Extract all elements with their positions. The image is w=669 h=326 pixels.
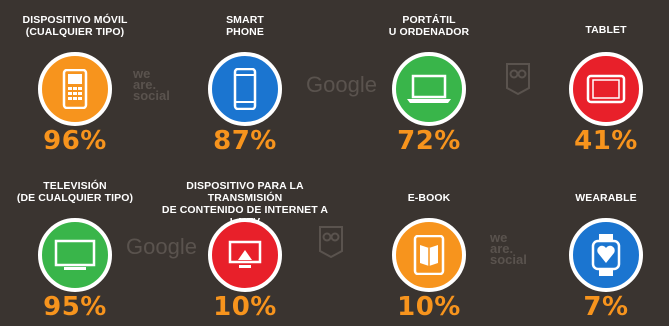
- device-card-tablet: TABLET 41%: [531, 14, 669, 164]
- laptop-icon: [407, 74, 451, 103]
- device-label: WEARABLE: [575, 192, 637, 204]
- device-icon-circle: [569, 52, 643, 126]
- device-icon-circle: [569, 218, 643, 292]
- device-percent: 96%: [43, 126, 107, 156]
- device-card-streaming: DISPOSITIVO PARA LA TRANSMISIÓN DE CONTE…: [155, 180, 335, 326]
- device-card-television: TELEVISIÓN (DE CUALQUIER TIPO) 95%: [0, 180, 150, 326]
- television-icon: [54, 239, 96, 270]
- device-percent: 87%: [213, 126, 277, 156]
- device-label: DISPOSITIVO MÓVIL (CUALQUIER TIPO): [22, 14, 128, 38]
- tablet-icon: [586, 74, 626, 104]
- device-icon-circle: [208, 218, 282, 292]
- device-percent: 95%: [43, 292, 107, 322]
- device-label: SMART PHONE: [226, 14, 264, 38]
- streaming-device-icon: [228, 240, 262, 268]
- device-label: TELEVISIÓN (DE CUALQUIER TIPO): [16, 180, 134, 204]
- device-card-ebook: E-BOOK 10%: [354, 180, 504, 326]
- device-percent: 10%: [213, 292, 277, 322]
- device-percent: 72%: [397, 126, 461, 156]
- device-icon-circle: [38, 52, 112, 126]
- hootsuite-owl-watermark: [505, 62, 531, 101]
- device-card-laptop: PORTÁTIL U ORDENADOR 72%: [354, 14, 504, 164]
- device-icon-circle: [392, 52, 466, 126]
- device-label: TABLET: [585, 24, 627, 36]
- device-percent: 10%: [397, 292, 461, 322]
- ebook-icon: [413, 235, 445, 275]
- device-percent: 41%: [574, 126, 638, 156]
- device-icon-circle: [38, 218, 112, 292]
- device-percent: 7%: [583, 292, 629, 322]
- device-label: PORTÁTIL U ORDENADOR: [388, 14, 470, 38]
- smartphone-icon: [233, 68, 257, 110]
- smartwatch-icon: [591, 234, 621, 276]
- device-card-wearable: WEARABLE 7%: [531, 180, 669, 326]
- device-card-mobile: DISPOSITIVO MÓVIL (CUALQUIER TIPO) 96%: [0, 14, 150, 164]
- device-card-smartphone: SMART PHONE 87%: [170, 14, 320, 164]
- device-label: E-BOOK: [407, 192, 451, 204]
- device-icon-circle: [208, 52, 282, 126]
- mobile-phone-icon: [62, 69, 88, 109]
- device-icon-circle: [392, 218, 466, 292]
